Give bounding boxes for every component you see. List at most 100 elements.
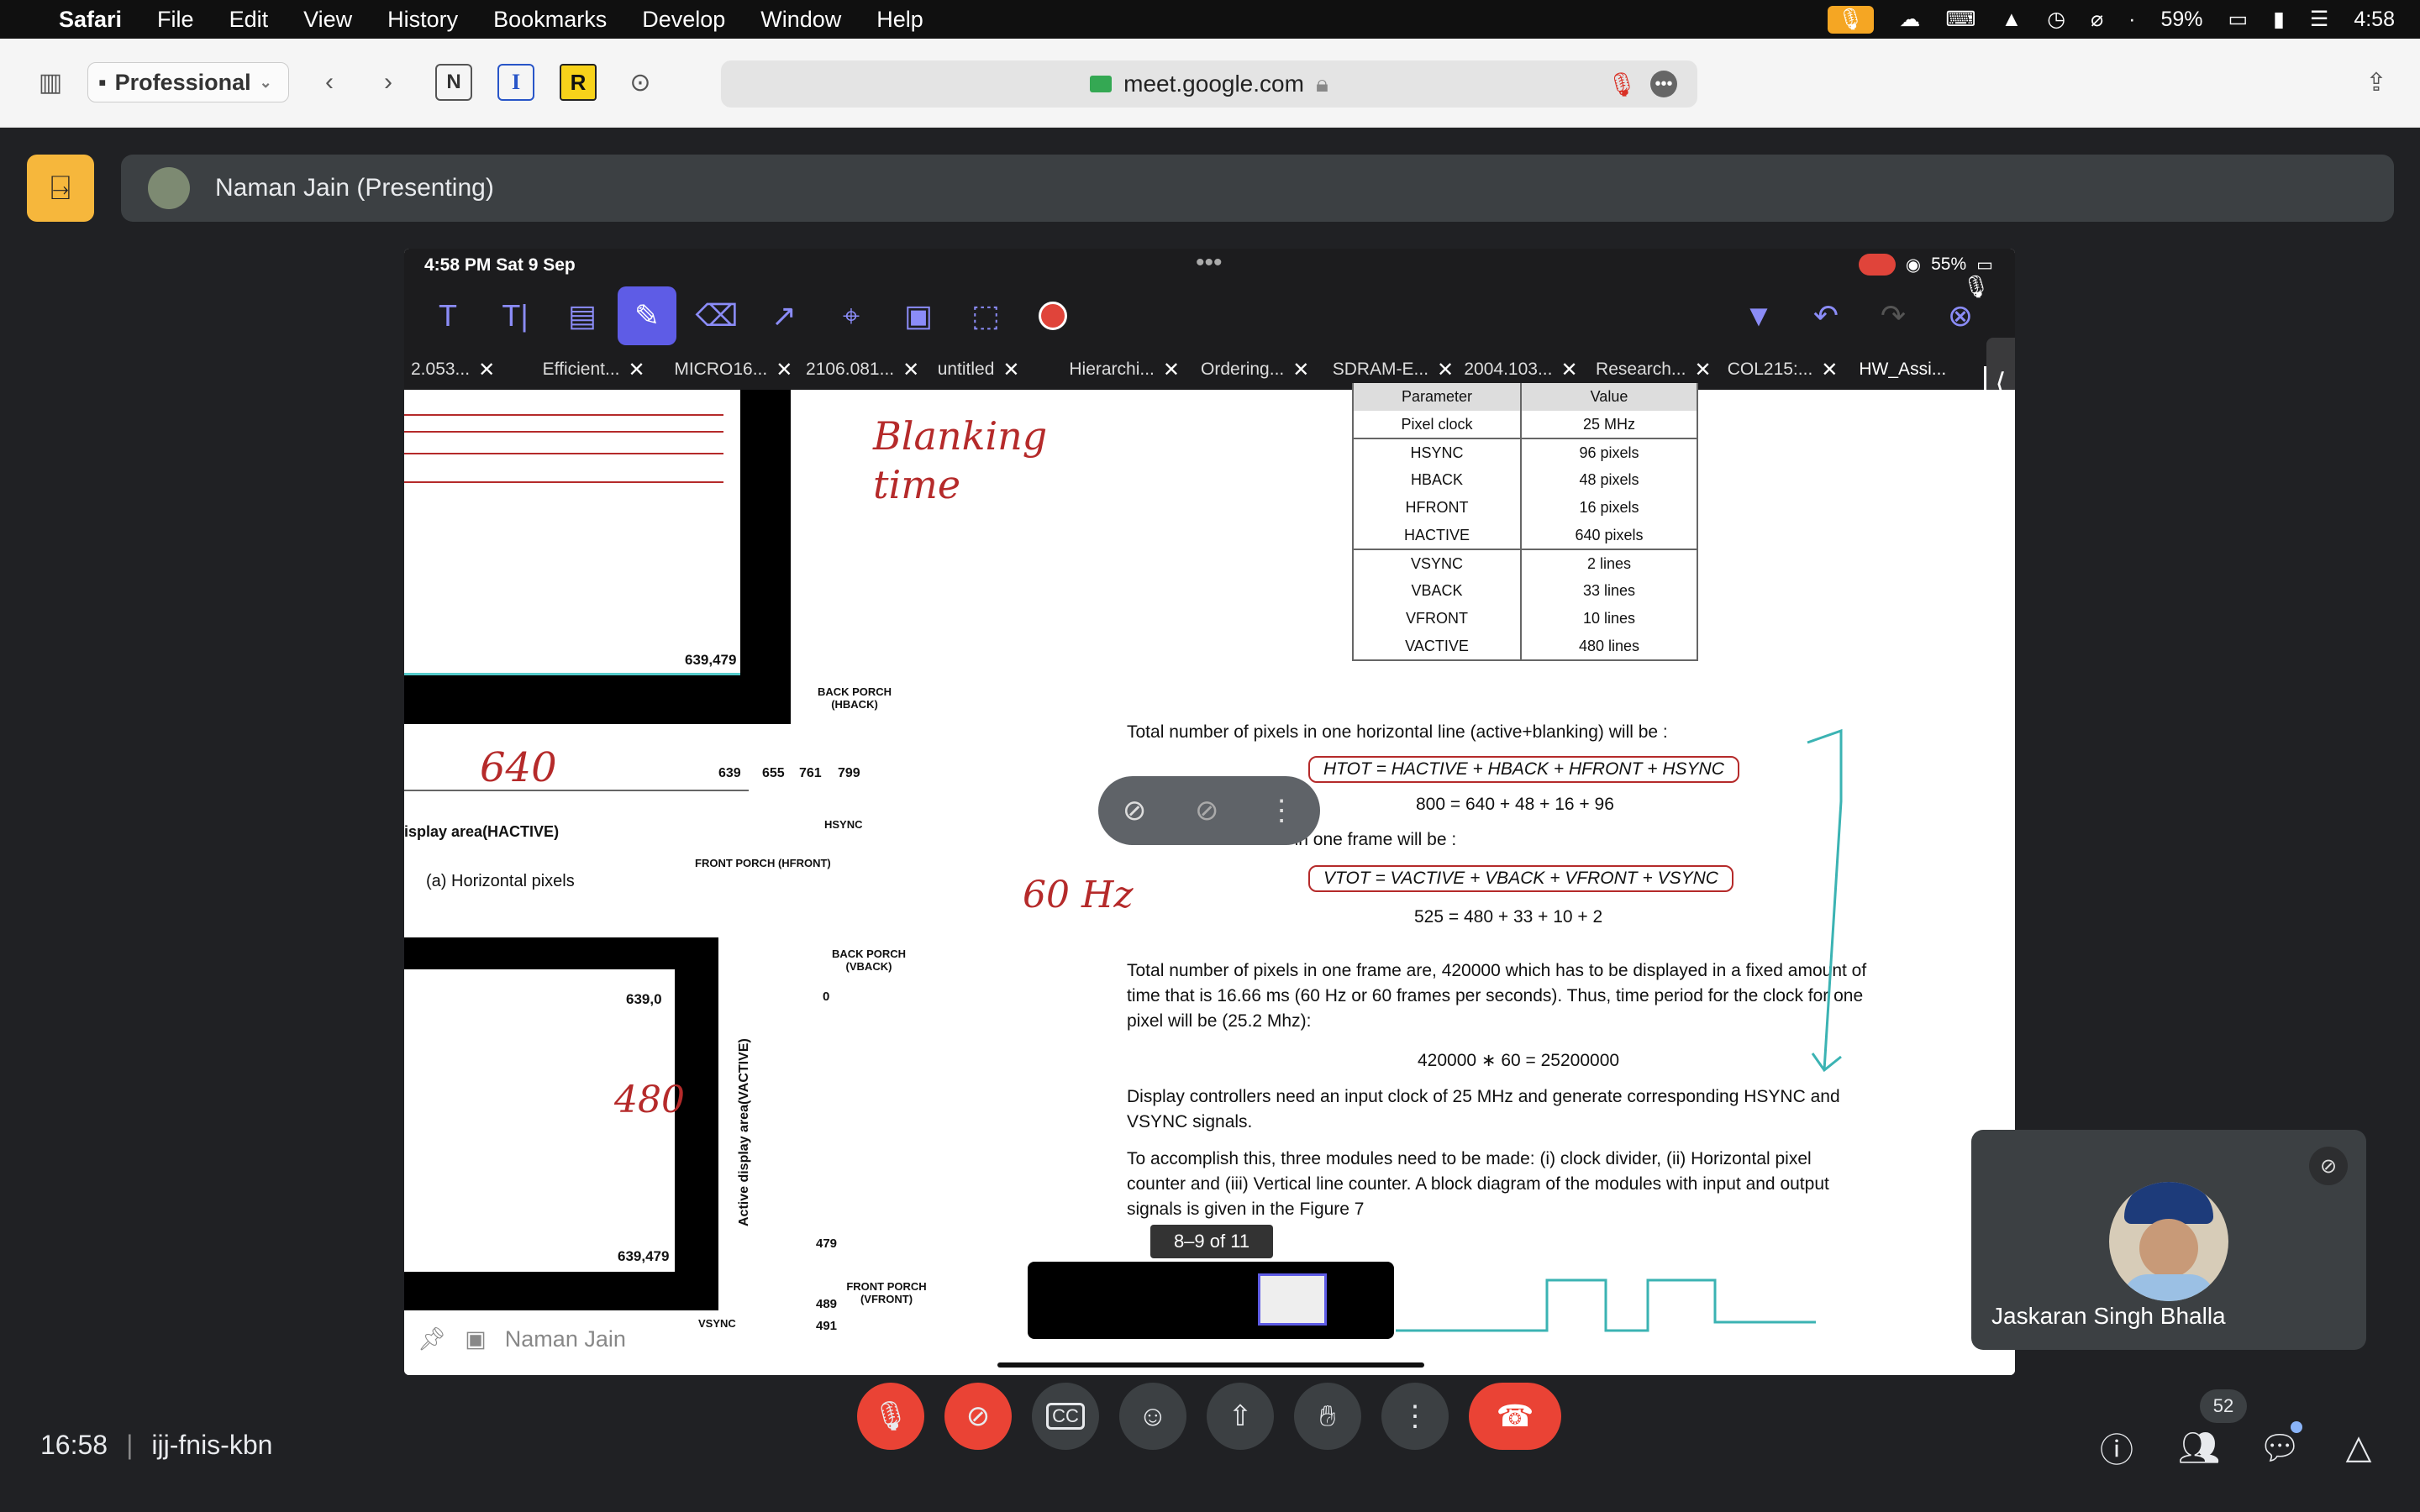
menu-file[interactable]: File (157, 7, 194, 33)
page-thumbnail-strip[interactable] (1028, 1262, 1394, 1339)
notion-icon[interactable]: N (435, 64, 472, 101)
pin-icon[interactable]: 📌︎ (418, 1326, 446, 1352)
more-options-button[interactable]: ⋮ (1381, 1383, 1449, 1450)
screenshot-extension-icon[interactable]: ⊙ (622, 64, 659, 101)
battery-icon[interactable]: ▭ (2228, 7, 2249, 32)
coord-label: 639,479 (685, 652, 737, 668)
close-icon[interactable]: ✕ (1163, 358, 1180, 382)
user-icon[interactable]: ▮ (2273, 7, 2285, 32)
chat-button[interactable]: 💬︎ (2257, 1421, 2302, 1470)
present-screen-icon: ⇧ (1228, 1400, 1253, 1432)
close-icon[interactable]: ✕ (1694, 358, 1711, 382)
doc-tab[interactable]: Efficient... ✕ (536, 349, 668, 390)
color-picker-icon[interactable] (1026, 289, 1080, 343)
doc-tab[interactable]: Hierarchi... ✕ (1062, 349, 1194, 390)
menu-window[interactable]: Window (760, 7, 841, 33)
share-icon[interactable]: ⇪ (2358, 64, 2395, 101)
mic-toggle-button[interactable]: 🎙 (857, 1383, 924, 1450)
drive-icon[interactable]: ▲ (2002, 8, 2023, 32)
raise-hand-button[interactable]: ✋︎ (1294, 1383, 1361, 1450)
redo-icon[interactable]: ↷ (1866, 289, 1920, 343)
close-icon[interactable]: ✕ (1560, 358, 1577, 382)
end-call-button[interactable]: ☎ (1469, 1383, 1561, 1450)
doc-tab[interactable]: Ordering... ✕ (1194, 349, 1326, 390)
sidebar-toggle-icon[interactable]: ▥ (32, 64, 69, 101)
close-icon[interactable]: ✕ (478, 358, 495, 382)
undo-icon[interactable]: ↶ (1799, 289, 1853, 343)
profile-selector[interactable]: ▪ Professional ⌄ (87, 62, 289, 102)
menu-edit[interactable]: Edit (229, 7, 269, 33)
camera-toggle-button[interactable]: ⊘ (944, 1383, 1012, 1450)
mic-muted-icon[interactable]: 🎙 (1962, 274, 1990, 300)
more-options-icon[interactable]: ••• (1650, 71, 1677, 97)
captions-button[interactable]: CC (1032, 1383, 1099, 1450)
people-button[interactable]: 👥︎ (2176, 1425, 2222, 1470)
doc-tab[interactable]: COL215:... ✕ (1721, 349, 1853, 390)
present-button[interactable]: ⇧ (1207, 1383, 1274, 1450)
mic-active-icon[interactable]: 🎙 (1607, 71, 1637, 98)
info-icon: ⓘ (2100, 1432, 2133, 1469)
close-icon[interactable]: ✕ (1437, 358, 1454, 382)
mic-off-icon: 🎙 (872, 1400, 909, 1432)
keyboard-icon[interactable]: ⌨ (1945, 7, 1975, 32)
microphone-in-use-icon[interactable]: 🎙 (1827, 5, 1875, 34)
close-icon[interactable]: ✕ (1292, 358, 1309, 382)
eraser-tool-icon[interactable]: ⌫ (690, 289, 744, 343)
thumbnail-current[interactable] (1258, 1273, 1327, 1326)
pin-off-icon[interactable]: ⊘ (1123, 794, 1147, 827)
close-icon[interactable]: ✕ (902, 358, 919, 382)
activities-button[interactable]: △ (2336, 1425, 2381, 1470)
comment-tool-icon[interactable]: ▤ (555, 289, 609, 343)
control-center-icon[interactable]: ☰ (2310, 7, 2328, 32)
time-machine-icon[interactable]: ◷ (2047, 7, 2065, 32)
self-mic-off-icon[interactable]: ⊘ (2309, 1147, 2348, 1185)
line-tool-icon[interactable]: ↗ (757, 289, 811, 343)
meeting-details-button[interactable]: ⓘ (2094, 1425, 2139, 1470)
instapaper-icon[interactable]: I (497, 64, 534, 101)
shapes-icon: △ (2345, 1429, 2372, 1466)
address-bar[interactable]: meet.google.com 🔒︎ 🎙 ••• (721, 60, 1697, 108)
ipad-battery-icon: ▭ (1976, 255, 1993, 275)
doc-tab[interactable]: 2.053... ✕ (404, 349, 536, 390)
self-video-tile[interactable]: ⊘ Jaskaran Singh Bhalla (1971, 1130, 2366, 1350)
cloud-icon[interactable]: ☁ (1899, 7, 1920, 32)
menu-help[interactable]: Help (876, 7, 923, 33)
menu-view[interactable]: View (303, 7, 352, 33)
briefcase-icon: ▪ (98, 69, 107, 95)
menu-clock[interactable]: 4:58 (2354, 8, 2395, 32)
more-vert-icon[interactable]: ⋮ (1267, 794, 1296, 827)
doc-tab[interactable]: untitled ✕ (931, 349, 1063, 390)
back-icon[interactable]: ‹ (311, 64, 348, 101)
menu-history[interactable]: History (387, 7, 458, 33)
reactions-button[interactable]: ☺ (1119, 1383, 1186, 1450)
image-tool-icon[interactable]: ▣ (892, 289, 945, 343)
pointer-tool-icon[interactable]: ⌖ (824, 289, 878, 343)
presenter-box-icon[interactable]: ▣ (465, 1326, 487, 1352)
ipad-multitask-icon[interactable]: ••• (1196, 249, 1223, 277)
pen-tool-icon[interactable]: ✎ (618, 286, 676, 345)
close-icon[interactable]: ✕ (776, 358, 792, 382)
text-box-tool-icon[interactable]: T| (488, 289, 542, 343)
readwise-icon[interactable]: R (560, 64, 597, 101)
wifi-off-icon[interactable]: ⌀ (2091, 7, 2103, 32)
menu-bookmarks[interactable]: Bookmarks (493, 7, 607, 33)
parameter-table: Parameter Value Pixel clock 25 MHz HSYNC 96… (1352, 383, 1698, 661)
leave-presentation-button[interactable]: ⍈ (27, 155, 94, 222)
close-icon[interactable]: ✕ (629, 358, 645, 382)
lasso-tool-icon[interactable]: ⬚ (959, 289, 1013, 343)
coord-label: 639,0 (626, 991, 662, 1007)
doc-tab[interactable]: 2106.081... ✕ (799, 349, 931, 390)
menu-app-name[interactable]: Safari (59, 7, 122, 33)
doc-tab[interactable]: MICRO16... ✕ (667, 349, 799, 390)
doc-tab-label: 2004.103... (1464, 360, 1553, 379)
doc-tab-active[interactable]: HW_Assi... (1852, 349, 1984, 390)
close-icon[interactable]: ✕ (1002, 358, 1019, 382)
presenter-banner: Naman Jain (Presenting) (121, 155, 2394, 222)
highlighter-icon[interactable]: ▼ (1732, 289, 1786, 343)
document-tabs: 2.053... ✕ Efficient... ✕ MICRO16... ✕ 2106… (404, 349, 1984, 390)
close-icon[interactable]: ✕ (1821, 358, 1838, 382)
menu-develop[interactable]: Develop (642, 7, 725, 33)
forward-icon[interactable]: › (370, 64, 407, 101)
mic-off-icon[interactable]: ⊘ (1195, 794, 1219, 827)
text-tool-icon[interactable]: T (421, 289, 475, 343)
